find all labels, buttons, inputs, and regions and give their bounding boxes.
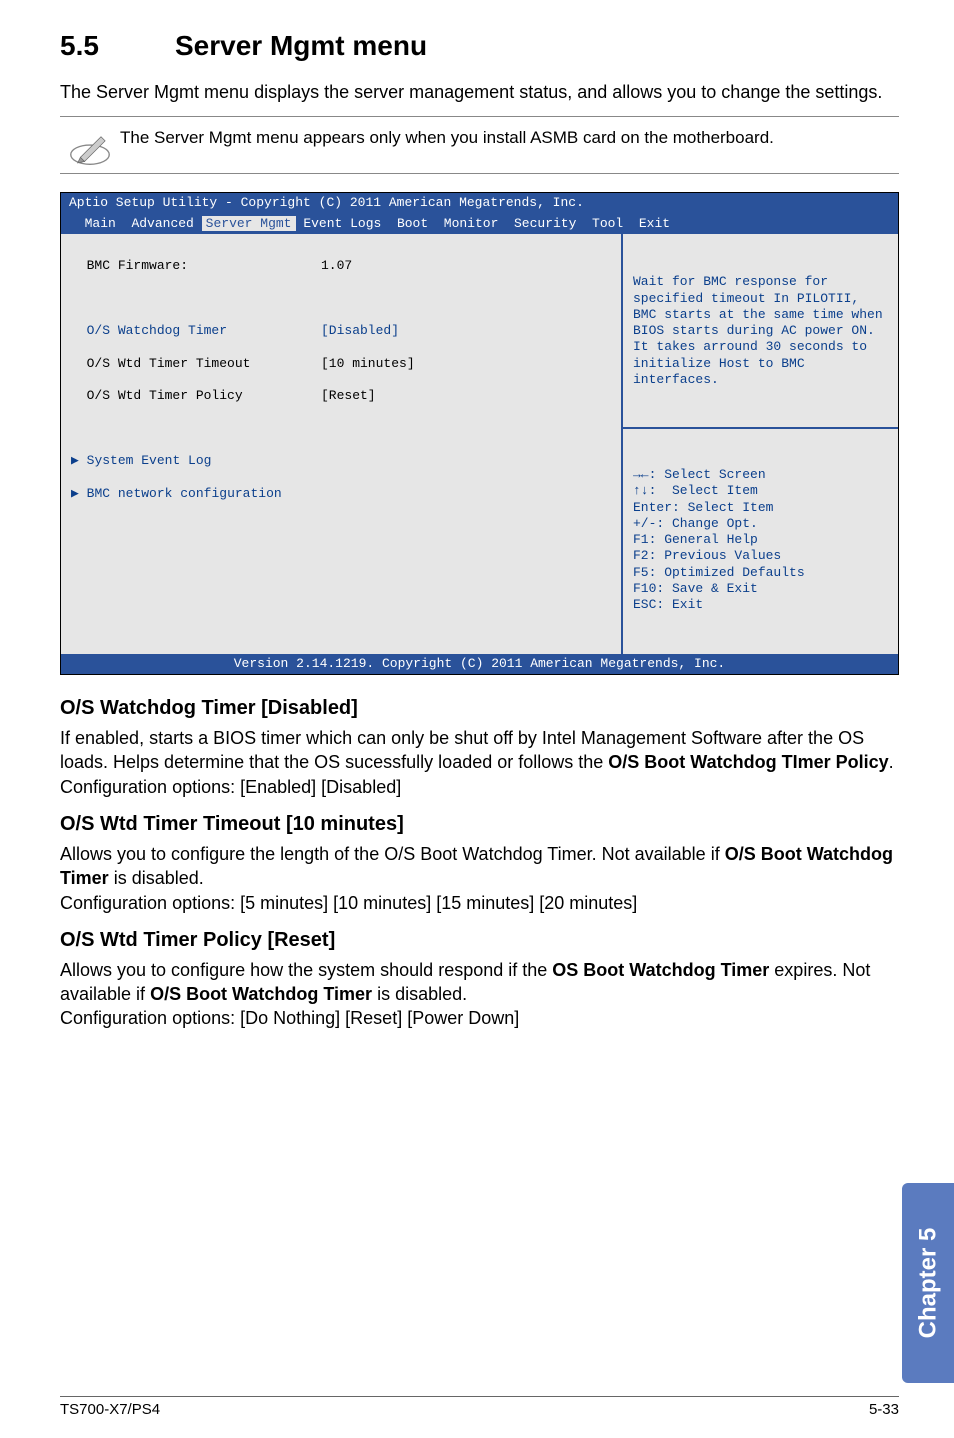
bios-menu-main: Main — [85, 216, 116, 231]
bios-menu-boot: Boot — [397, 216, 428, 231]
bios-policy-label: O/S Wtd Timer Policy — [87, 388, 243, 403]
sub-c-heading: O/S Wtd Timer Policy [Reset] — [60, 929, 899, 952]
bios-syslog: System Event Log — [87, 453, 212, 469]
note-text: The Server Mgmt menu appears only when y… — [120, 123, 774, 154]
bios-right-pane: Wait for BMC response for specified time… — [621, 234, 898, 654]
bios-watchdog-label: O/S Watchdog Timer — [87, 323, 227, 338]
section-title-text: Server Mgmt menu — [175, 30, 427, 61]
bios-watchdog-value: [Disabled] — [321, 323, 399, 339]
bios-policy-value: [Reset] — [321, 388, 376, 404]
bios-left-pane: BMC Firmware: 1.07 O/S Watchdog Timer [Dis… — [61, 234, 621, 654]
sub-b-text2: is disabled. — [109, 868, 204, 888]
chapter-tab-label: Chapter 5 — [914, 1228, 942, 1339]
sub-c-text3: is disabled. — [372, 984, 467, 1004]
sub-b-heading: O/S Wtd Timer Timeout [10 minutes] — [60, 813, 899, 836]
bios-menu-tool: Tool — [592, 216, 623, 231]
sub-c-bold2: O/S Boot Watchdog Timer — [150, 984, 372, 1004]
sub-c-config: Configuration options: [Do Nothing] [Res… — [60, 1008, 519, 1028]
footer-left: TS700-X7/PS4 — [60, 1401, 160, 1418]
bios-help-text: Wait for BMC response for specified time… — [633, 274, 888, 388]
bios-timeout-label: O/S Wtd Timer Timeout — [87, 356, 251, 371]
bios-menu-servermgmt: Server Mgmt — [202, 216, 296, 231]
bios-firmware-value: 1.07 — [321, 258, 352, 274]
bios-firmware-label: BMC Firmware: — [87, 258, 188, 273]
section-heading: 5.5Server Mgmt menu — [60, 30, 899, 62]
bios-keys: →←: Select Screen ↑↓: Select Item Enter:… — [633, 467, 888, 613]
bios-menubar: Main Advanced Server Mgmt Event Logs Boo… — [61, 214, 898, 234]
page-footer: TS700-X7/PS4 5-33 — [60, 1396, 899, 1418]
bios-panel: Aptio Setup Utility - Copyright (C) 2011… — [60, 192, 899, 675]
bios-bmcnet: BMC network configuration — [87, 486, 282, 502]
bios-footer: Version 2.14.1219. Copyright (C) 2011 Am… — [61, 654, 898, 674]
bios-menu-advanced: Advanced — [131, 216, 193, 231]
sub-c-text1: Allows you to configure how the system s… — [60, 960, 552, 980]
intro-paragraph: The Server Mgmt menu displays the server… — [60, 80, 899, 104]
sub-a-text2: . — [889, 752, 894, 772]
note-box: The Server Mgmt menu appears only when y… — [60, 116, 899, 174]
sub-a-bold: O/S Boot Watchdog TImer Policy — [608, 752, 888, 772]
triangle-icon: ▶ — [71, 453, 87, 469]
footer-right: 5-33 — [869, 1401, 899, 1418]
sub-b-config: Configuration options: [5 minutes] [10 m… — [60, 893, 637, 913]
sub-c-paragraph: Allows you to configure how the system s… — [60, 958, 899, 1031]
triangle-icon: ▶ — [71, 486, 87, 502]
bios-menu-eventlogs: Event Logs — [303, 216, 381, 231]
section-number: 5.5 — [60, 30, 175, 62]
bios-menu-monitor: Monitor — [444, 216, 499, 231]
bios-timeout-value: [10 minutes] — [321, 356, 415, 372]
sub-a-paragraph: If enabled, starts a BIOS timer which ca… — [60, 726, 899, 799]
bios-menu-security: Security — [514, 216, 576, 231]
chapter-tab: Chapter 5 — [902, 1183, 954, 1383]
sub-b-text1: Allows you to configure the length of th… — [60, 844, 725, 864]
sub-a-config: Configuration options: [Enabled] [Disabl… — [60, 777, 401, 797]
pencil-icon — [60, 123, 120, 167]
sub-a-heading: O/S Watchdog Timer [Disabled] — [60, 697, 899, 720]
sub-c-bold1: OS Boot Watchdog Timer — [552, 960, 769, 980]
bios-menu-exit: Exit — [639, 216, 670, 231]
bios-title: Aptio Setup Utility - Copyright (C) 2011… — [61, 193, 898, 213]
sub-b-paragraph: Allows you to configure the length of th… — [60, 842, 899, 915]
